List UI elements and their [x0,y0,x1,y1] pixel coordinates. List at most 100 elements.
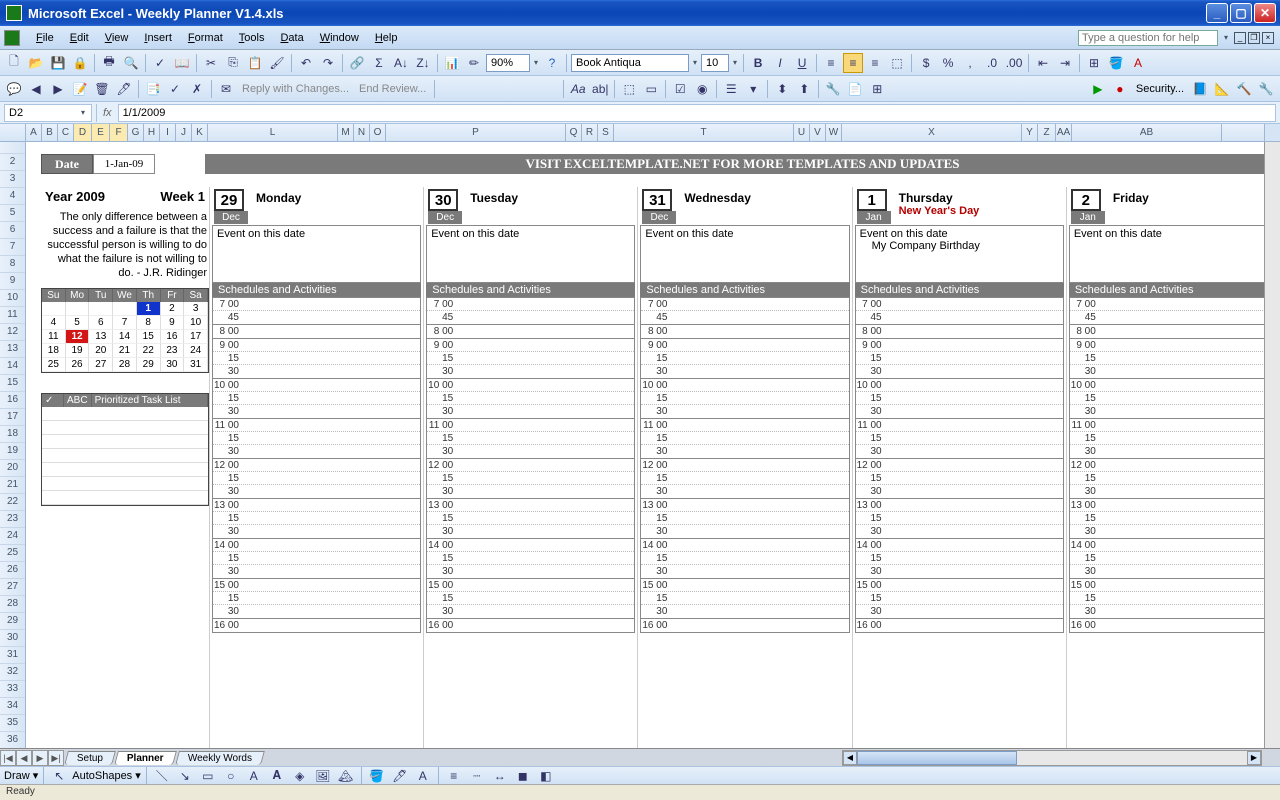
time-slot[interactable]: 15 [1070,512,1277,525]
column-header-A[interactable]: A [26,124,42,141]
italic-icon[interactable]: I [770,53,790,73]
time-slot[interactable]: 15 [213,392,420,405]
time-slot[interactable]: 15 [856,512,1063,525]
sheet-tab-planner[interactable]: Planner [114,751,176,765]
maximize-button[interactable]: ▢ [1230,3,1252,23]
align-right-icon[interactable]: ≡ [865,53,885,73]
tab-prev-icon[interactable]: ◀ [16,750,32,766]
time-slot[interactable]: 15 [427,552,634,565]
time-slot[interactable]: 11 00 [641,419,848,432]
control-code-icon[interactable]: 📄 [845,79,865,99]
column-header-R[interactable]: R [582,124,598,141]
time-slot[interactable]: 45 [856,311,1063,324]
column-header-O[interactable]: O [370,124,386,141]
tab-next-icon[interactable]: ▶ [32,750,48,766]
close-button[interactable]: ✕ [1254,3,1276,23]
sheet-tab-setup[interactable]: Setup [64,751,116,765]
design-mode-icon[interactable]: 📐 [1212,79,1232,99]
time-slot[interactable]: 30 [856,485,1063,498]
row-header-9[interactable]: 9 [0,273,25,290]
clipart-icon[interactable]: 🖼 [313,766,333,786]
time-slot[interactable]: 45 [641,311,848,324]
autoshapes-menu[interactable]: AutoShapes ▾ [72,769,141,782]
calendar-day[interactable]: 17 [184,330,208,344]
row-header-24[interactable]: 24 [0,528,25,545]
menu-edit[interactable]: Edit [62,29,97,47]
time-slot[interactable]: 7 00 [641,298,848,311]
picture-icon[interactable]: 🏔 [336,766,356,786]
row-header-35[interactable]: 35 [0,715,25,732]
control-option-icon[interactable]: ◉ [692,79,712,99]
column-header-AA[interactable]: AA [1056,124,1072,141]
select-objects-icon[interactable]: ↖ [49,766,69,786]
save-icon[interactable]: 💾 [48,53,68,73]
time-slot[interactable]: 8 00 [1070,325,1277,338]
time-slot[interactable]: 15 [856,472,1063,485]
row-header-22[interactable]: 22 [0,494,25,511]
calendar-day[interactable]: 4 [42,316,66,330]
namebox-dropdown-icon[interactable]: ▾ [79,108,87,117]
column-header-I[interactable]: I [160,124,176,141]
time-slot[interactable]: 30 [1070,565,1277,578]
next-comment-icon[interactable]: ▶ [48,79,68,99]
time-slot[interactable]: 14 00 [1070,539,1277,552]
borders-icon[interactable]: ⊞ [1084,53,1104,73]
time-slot[interactable]: 15 [213,432,420,445]
time-slot[interactable]: 45 [427,311,634,324]
help-dropdown-icon[interactable]: ▾ [1222,33,1230,42]
formula-input[interactable]: 1/1/2009 [118,104,1276,122]
time-slot[interactable]: 16 00 [641,619,848,632]
undo-icon[interactable]: ↶ [296,53,316,73]
control-props-icon[interactable]: 🔧 [823,79,843,99]
control-combo-icon[interactable]: ▾ [743,79,763,99]
vba-icon[interactable]: 📘 [1190,79,1210,99]
row-header-10[interactable]: 10 [0,290,25,307]
event-box[interactable]: Event on this dateMy Company Birthday [855,225,1064,283]
column-header-L[interactable]: L [208,124,338,141]
time-slot[interactable]: 9 00 [641,339,848,352]
time-slot[interactable]: 9 00 [856,339,1063,352]
time-slot[interactable]: 15 [641,512,848,525]
column-header-M[interactable]: M [338,124,354,141]
spelling-icon[interactable]: ✓ [150,53,170,73]
underline-icon[interactable]: U [792,53,812,73]
sheet-content[interactable]: Date 1-Jan-09 VISIT EXCELTEMPLATE.NET FO… [26,142,1280,784]
event-box[interactable]: Event on this date [640,225,849,283]
permission-icon[interactable]: 🔒 [70,53,90,73]
increase-decimal-icon[interactable]: .0 [982,53,1002,73]
more-controls-icon[interactable]: 🔧 [1256,79,1276,99]
time-slot[interactable]: 30 [641,405,848,418]
time-slot[interactable]: 30 [641,365,848,378]
time-slot[interactable]: 15 [641,592,848,605]
column-header-B[interactable]: B [42,124,58,141]
time-slot[interactable]: 15 [1070,432,1277,445]
shadow-icon[interactable]: ◼ [513,766,533,786]
time-slot[interactable]: 8 00 [641,325,848,338]
time-slot[interactable]: 45 [1070,311,1277,324]
calendar-day[interactable]: 1 [137,302,161,316]
calendar-day[interactable]: 29 [137,358,161,372]
reject-icon[interactable]: ✗ [187,79,207,99]
row-header-21[interactable]: 21 [0,477,25,494]
line-color-icon[interactable]: 🖊 [390,766,410,786]
time-slot[interactable]: 13 00 [213,499,420,512]
time-slot[interactable]: 30 [427,485,634,498]
column-header-U[interactable]: U [794,124,810,141]
time-slot[interactable]: 12 00 [427,459,634,472]
drawing-icon[interactable]: ✏ [464,53,484,73]
open-icon[interactable]: 📂 [26,53,46,73]
help-search-input[interactable] [1078,30,1218,46]
calendar-day[interactable]: 13 [89,330,113,344]
minimize-button[interactable]: _ [1206,3,1228,23]
calendar-day[interactable] [113,302,137,316]
control-button-icon[interactable]: ▭ [641,79,661,99]
time-slot[interactable]: 30 [213,565,420,578]
time-slot[interactable]: 13 00 [427,499,634,512]
sheet-tab-weekly-words[interactable]: Weekly Words [175,751,265,765]
time-slot[interactable]: 13 00 [1070,499,1277,512]
doc-minimize-button[interactable]: _ [1234,32,1246,44]
merge-icon[interactable]: ⬚ [887,53,907,73]
rectangle-icon[interactable]: ▭ [198,766,218,786]
time-slot[interactable]: 10 00 [856,379,1063,392]
toggle-grid-icon[interactable]: ⊞ [867,79,887,99]
